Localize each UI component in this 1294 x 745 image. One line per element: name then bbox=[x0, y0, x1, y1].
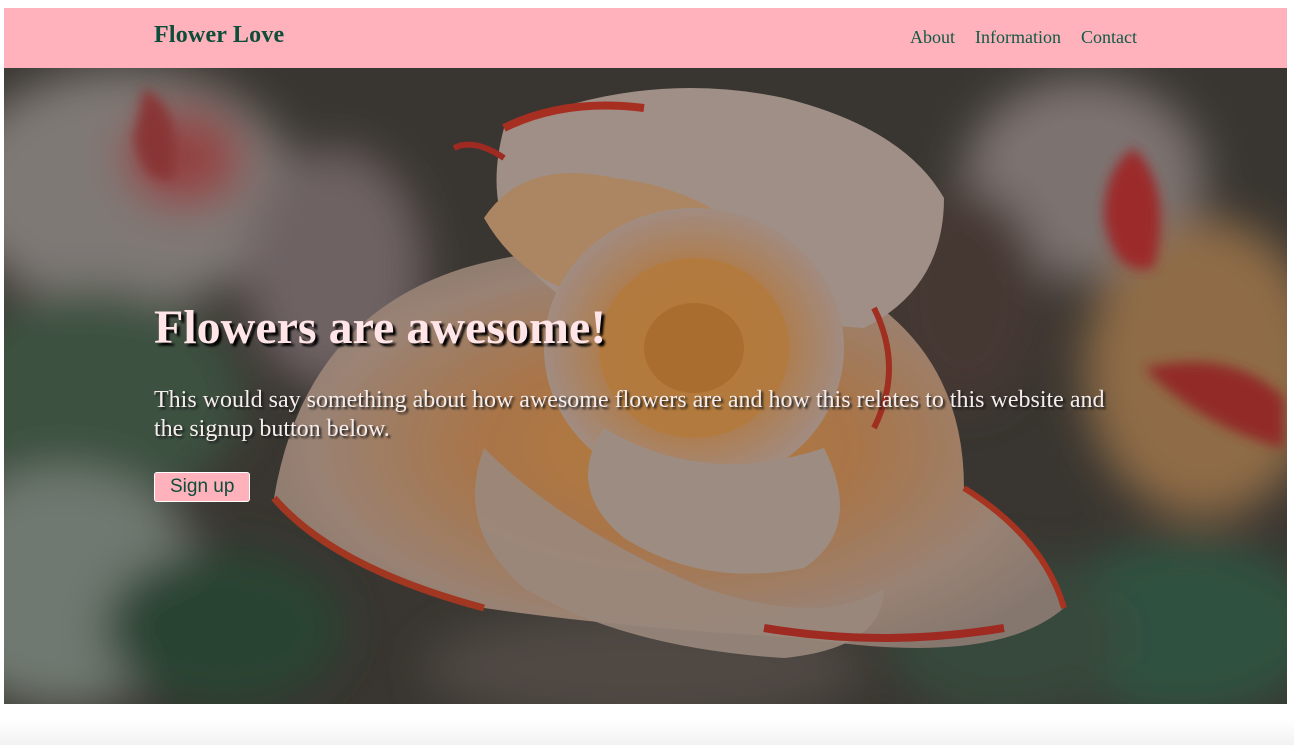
nav-link-about[interactable]: About bbox=[910, 27, 955, 48]
nav-link-information[interactable]: Information bbox=[975, 27, 1061, 48]
signup-button[interactable]: Sign up bbox=[154, 472, 251, 502]
nav-link-contact[interactable]: Contact bbox=[1081, 27, 1137, 48]
page: Flower Love About Information Contact Fl… bbox=[0, 0, 1294, 745]
brand-logo[interactable]: Flower Love bbox=[154, 22, 284, 49]
hero-content: Flowers are awesome! This would say some… bbox=[154, 300, 1114, 502]
nav-links: About Information Contact bbox=[910, 27, 1137, 48]
hero-description: This would say something about how aweso… bbox=[154, 387, 1105, 442]
hero-title: Flowers are awesome! bbox=[154, 301, 607, 354]
top-navbar: Flower Love About Information Contact bbox=[4, 8, 1287, 68]
hero-section: Flowers are awesome! This would say some… bbox=[4, 68, 1287, 704]
